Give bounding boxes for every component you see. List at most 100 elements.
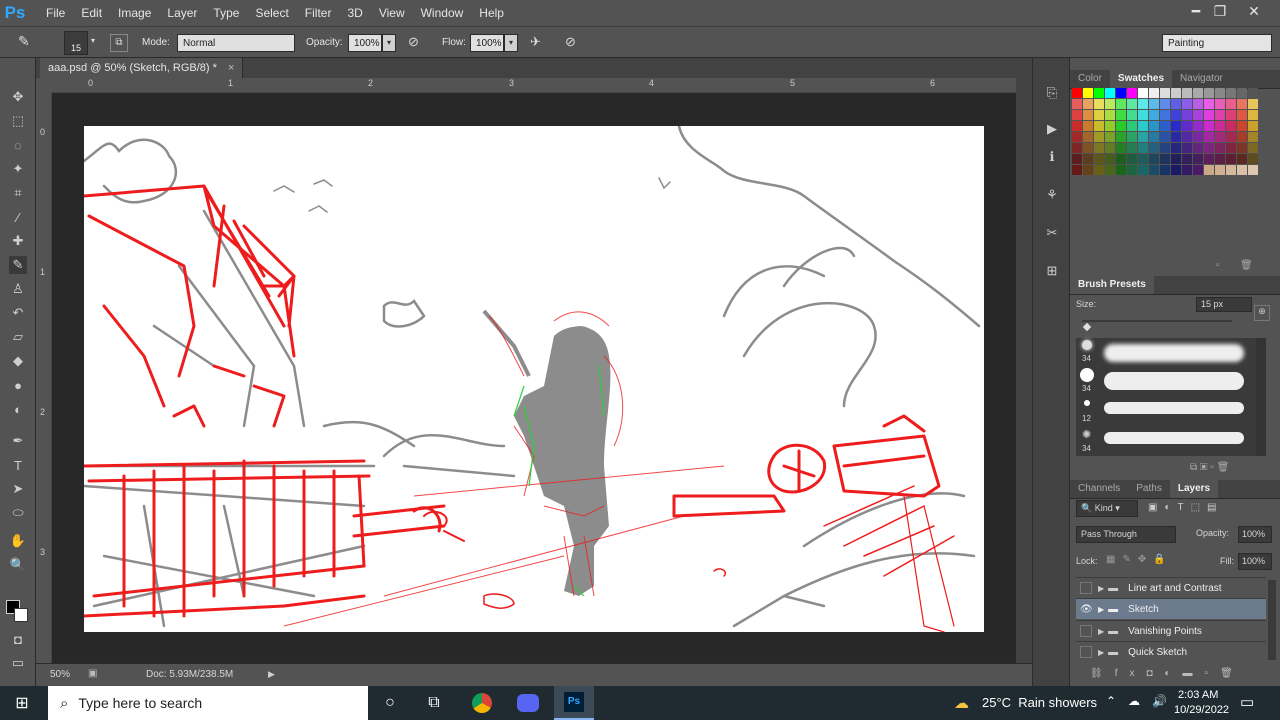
brush-tool-active-icon[interactable]: ✎ (9, 256, 27, 274)
layers-scrollbar[interactable] (1268, 580, 1276, 660)
color-swatch[interactable] (1094, 110, 1104, 120)
color-swatch[interactable] (1160, 88, 1170, 98)
brush-panel-toggle-icon[interactable]: ⧉ (110, 34, 128, 52)
brush-stroke-preview[interactable] (1104, 344, 1244, 362)
color-swatch[interactable] (1193, 143, 1203, 153)
restore-button[interactable]: ❐ (1204, 0, 1236, 22)
color-swatch[interactable] (1160, 121, 1170, 131)
tab-navigator[interactable]: Navigator (1172, 70, 1231, 88)
color-swatch[interactable] (1171, 165, 1181, 175)
color-swatch[interactable] (1127, 88, 1137, 98)
color-swatch[interactable] (1215, 143, 1225, 153)
color-swatch[interactable] (1204, 143, 1214, 153)
canvas-viewport[interactable] (52, 93, 1016, 663)
color-swatch[interactable] (1138, 132, 1148, 142)
clone-source-icon[interactable]: ⊞ (1043, 262, 1061, 280)
brush-size-picker[interactable]: 15 (64, 31, 88, 55)
color-swatch[interactable] (1105, 99, 1115, 109)
color-swatch[interactable] (1160, 165, 1170, 175)
color-swatch[interactable] (1171, 143, 1181, 153)
color-swatch[interactable] (1160, 110, 1170, 120)
color-swatch[interactable] (1171, 121, 1181, 131)
color-swatch[interactable] (1149, 110, 1159, 120)
menu-type[interactable]: Type (213, 0, 239, 26)
menu-file[interactable]: File (46, 0, 65, 26)
color-swatch[interactable] (1171, 99, 1181, 109)
color-swatch[interactable] (1237, 143, 1247, 153)
color-swatch[interactable] (1226, 132, 1236, 142)
color-swatch[interactable] (1072, 165, 1082, 175)
paint-bucket-tool-icon[interactable]: ◆ (9, 352, 27, 370)
color-swatch[interactable] (1171, 132, 1181, 142)
canvas[interactable] (82, 124, 984, 633)
color-swatch[interactable] (1226, 110, 1236, 120)
layer-row-selected[interactable]: 👁 ▶ ▬ Sketch (1076, 598, 1266, 619)
color-swatch[interactable] (1149, 143, 1159, 153)
color-swatch[interactable] (1094, 165, 1104, 175)
pressure-opacity-icon[interactable]: ⊘ (408, 34, 426, 52)
color-swatch[interactable] (1204, 110, 1214, 120)
color-swatch[interactable] (1127, 132, 1137, 142)
color-swatch[interactable] (1226, 99, 1236, 109)
color-swatch[interactable] (1237, 165, 1247, 175)
pressure-size-icon[interactable]: ⊘ (565, 34, 583, 52)
brush-panel-icon[interactable]: ⚘ (1043, 186, 1061, 204)
color-swatch[interactable] (1160, 143, 1170, 153)
color-swatch[interactable] (1094, 88, 1104, 98)
color-swatch[interactable] (1083, 165, 1093, 175)
color-swatch[interactable] (1127, 154, 1137, 164)
document-scrollbar[interactable] (1016, 78, 1032, 663)
lock-icons[interactable]: ▦✎✥🔒 (1106, 554, 1173, 565)
menu-filter[interactable]: Filter (305, 0, 332, 26)
history-panel-icon[interactable]: ⎘ (1043, 84, 1061, 102)
color-swatch[interactable] (1072, 99, 1082, 109)
new-swatch-icon[interactable]: ▫ (1216, 260, 1220, 271)
brush-list-scrollbar[interactable] (1256, 338, 1266, 456)
menu-select[interactable]: Select (255, 0, 288, 26)
color-swatch[interactable] (1237, 154, 1247, 164)
color-swatch[interactable] (1182, 88, 1192, 98)
lasso-tool-icon[interactable]: ◌ (9, 136, 27, 154)
tab-swatches[interactable]: Swatches (1109, 70, 1173, 88)
color-swatch[interactable] (1116, 121, 1126, 131)
color-swatch[interactable] (1248, 154, 1258, 164)
color-swatch[interactable] (1072, 132, 1082, 142)
color-swatch[interactable] (1193, 99, 1203, 109)
color-swatch[interactable] (1149, 121, 1159, 131)
cortana-icon[interactable]: ○ (370, 686, 410, 720)
visibility-toggle-off[interactable] (1080, 582, 1092, 594)
brush-preset-list[interactable]: 34 34 12 ✺ 34 (1076, 338, 1266, 456)
color-swatch[interactable] (1116, 143, 1126, 153)
brush-size-slider-thumb[interactable] (1082, 322, 1092, 332)
info-panel-icon[interactable]: ℹ (1043, 148, 1061, 166)
menu-view[interactable]: View (379, 0, 405, 26)
color-swatch[interactable] (1116, 165, 1126, 175)
color-swatch[interactable] (1127, 110, 1137, 120)
color-swatch[interactable] (1248, 110, 1258, 120)
layer-row[interactable]: ▶ ▬ Vanishing Points (1076, 620, 1266, 641)
color-swatch[interactable] (1105, 165, 1115, 175)
magic-wand-tool-icon[interactable]: ✦ (9, 160, 27, 178)
visibility-toggle-off[interactable] (1080, 646, 1092, 658)
color-swatch[interactable] (1215, 121, 1225, 131)
menu-help[interactable]: Help (479, 0, 504, 26)
color-swatch[interactable] (1094, 121, 1104, 131)
color-swatch[interactable] (1072, 154, 1082, 164)
color-swatch[interactable] (1083, 143, 1093, 153)
airbrush-icon[interactable]: ✈ (530, 34, 548, 52)
windows-start-icon[interactable]: ⊞ (2, 686, 42, 720)
color-swatch[interactable] (1215, 88, 1225, 98)
color-swatch[interactable] (1083, 154, 1093, 164)
status-menu-arrow-icon[interactable]: ▶ (268, 669, 275, 680)
color-swatch[interactable] (1138, 99, 1148, 109)
taskbar-search[interactable]: ⌕ Type here to search (48, 686, 368, 720)
color-swatch[interactable] (1116, 99, 1126, 109)
tab-layers[interactable]: Layers (1169, 480, 1219, 498)
task-view-icon[interactable]: ⧉ (414, 686, 454, 720)
color-swatch[interactable] (1094, 99, 1104, 109)
color-swatch[interactable] (1248, 165, 1258, 175)
color-swatch[interactable] (1072, 88, 1082, 98)
layers-footer-icons[interactable]: ⛓fx◘◐▬▫🗑 (1090, 668, 1245, 679)
color-swatch[interactable] (1215, 154, 1225, 164)
color-swatch[interactable] (1094, 132, 1104, 142)
